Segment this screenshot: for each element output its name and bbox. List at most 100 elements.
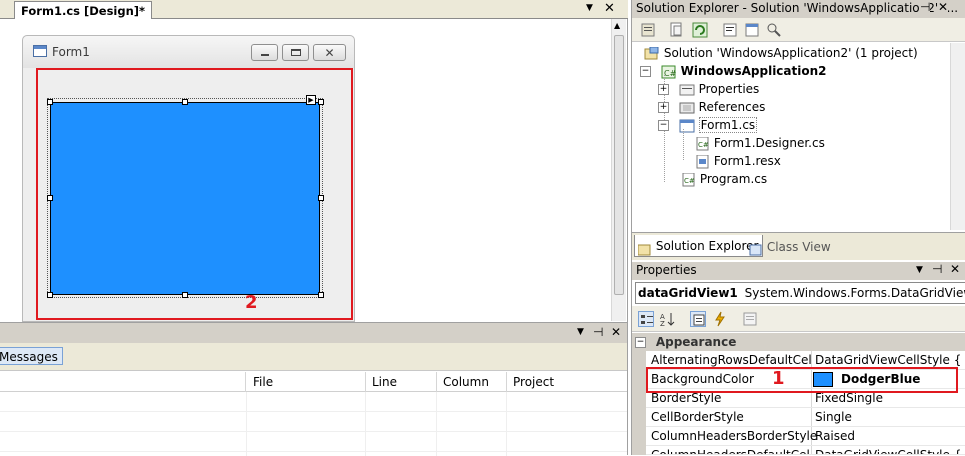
close-icon[interactable]: ✕	[950, 262, 960, 276]
pane-dropdown-icon[interactable]: ▼	[577, 327, 584, 337]
collapse-icon[interactable]: −	[635, 337, 646, 348]
scroll-up-icon[interactable]: ▲	[614, 21, 620, 30]
resx-file-icon	[694, 154, 710, 169]
object-selector[interactable]: dataGridView1 System.Windows.Forms.DataG…	[635, 282, 965, 304]
property-row-column-headers-default-cell-style[interactable]: ColumnHeadersDefaultCellSty DataGridView…	[646, 446, 965, 455]
property-row-column-headers-border-style[interactable]: ColumnHeadersBorderStyle Raised	[646, 427, 965, 446]
close-icon[interactable]: ✕	[611, 325, 621, 339]
class-view-icon	[749, 242, 763, 255]
close-icon[interactable]: ✕	[938, 0, 949, 14]
svg-text:Z: Z	[660, 320, 665, 327]
designer-vertical-scrollbar[interactable]: ▲	[611, 19, 626, 321]
resize-handle-s[interactable]	[182, 292, 188, 298]
expand-icon[interactable]: +	[658, 102, 669, 113]
resize-handle-sw[interactable]	[47, 292, 53, 298]
column-header-project[interactable]: Project	[513, 375, 554, 389]
pin-icon[interactable]: ⊣	[593, 325, 603, 339]
events-icon[interactable]	[712, 311, 728, 327]
tab-dropdown-icon[interactable]: ▼	[586, 3, 593, 13]
view-code-icon[interactable]	[722, 22, 738, 38]
svg-text:C#: C#	[664, 69, 677, 78]
resize-handle-se[interactable]	[318, 292, 324, 298]
close-icon[interactable]: ✕	[604, 1, 615, 16]
property-row-cell-border-style[interactable]: CellBorderStyle Single	[646, 408, 965, 427]
view-designer-icon[interactable]	[744, 22, 760, 38]
column-divider	[506, 372, 507, 392]
cs-file-icon: C#	[680, 172, 696, 187]
resize-handle-w[interactable]	[47, 195, 53, 201]
class-diagram-icon[interactable]	[766, 22, 782, 38]
tree-node-project[interactable]: − C# WindowsApplication2	[640, 62, 827, 80]
annotation-number-2: 2	[245, 292, 258, 313]
solution-icon	[644, 46, 660, 61]
messages-toggle-button[interactable]: Messages	[0, 347, 63, 365]
column-divider	[436, 372, 437, 392]
alphabetical-icon[interactable]: AZ	[660, 311, 676, 328]
collapse-icon[interactable]: −	[640, 66, 651, 77]
close-window-icon: ✕	[324, 46, 335, 60]
property-value: Single	[815, 410, 852, 424]
tree-node-references[interactable]: + References	[658, 98, 765, 116]
resize-handle-ne[interactable]	[318, 99, 324, 105]
resize-handle-e[interactable]	[318, 195, 324, 201]
form-title-bar[interactable]: Form1 ✕	[23, 36, 354, 68]
refresh-icon[interactable]	[692, 22, 708, 38]
close-window-button[interactable]: ✕	[313, 44, 346, 61]
solution-explorer-scrollbar[interactable]	[950, 43, 965, 230]
properties-toolbar-icon[interactable]	[640, 22, 656, 38]
object-type: System.Windows.Forms.DataGridView	[744, 286, 965, 300]
properties-pane: Properties ▼ ⊣ ✕ dataGridView1 System.Wi…	[631, 262, 965, 455]
dropdown-icon[interactable]: ▼	[916, 265, 923, 275]
references-folder-icon	[679, 101, 695, 115]
references-label: References	[698, 100, 766, 114]
grid-line	[365, 392, 366, 456]
pin-icon[interactable]: ⊣	[920, 0, 931, 14]
column-divider	[365, 372, 366, 392]
maximize-button[interactable]	[282, 44, 309, 61]
grid-line	[246, 392, 247, 456]
tree-node-form1-resx[interactable]: Form1.resx	[694, 152, 781, 170]
designer-tab-strip: Form1.cs [Design]* ▼ ✕	[0, 0, 628, 19]
resize-handle-n[interactable]	[182, 99, 188, 105]
column-header-file[interactable]: File	[253, 375, 273, 389]
show-all-files-icon[interactable]	[668, 22, 684, 38]
property-pages-icon[interactable]	[742, 311, 758, 327]
resize-handle-nw[interactable]	[47, 99, 53, 105]
tab-class-view[interactable]: Class View	[749, 237, 831, 257]
tree-node-form1-designer[interactable]: C# Form1.Designer.cs	[694, 134, 825, 152]
designer-pane: Form1.cs [Design]* ▼ ✕ ▲ Form1 ✕ ▶ 2	[0, 0, 628, 322]
category-appearance[interactable]: − Appearance	[632, 333, 965, 351]
smart-tag-icon[interactable]: ▶	[306, 95, 316, 105]
tree-node-program[interactable]: C# Program.cs	[680, 170, 767, 188]
solution-tree: Solution 'WindowsApplication2' (1 projec…	[632, 43, 950, 230]
annotation-number-1: 1	[772, 368, 785, 389]
property-gutter	[632, 333, 646, 455]
column-header-column[interactable]: Column	[443, 375, 489, 389]
error-list-pane: ▼ ⊣ ✕ Messages File Line Column Project	[0, 322, 628, 456]
error-list-column-headers: File Line Column Project	[0, 372, 627, 392]
minimize-button[interactable]	[251, 44, 278, 61]
form-icon	[33, 45, 47, 57]
categorized-icon[interactable]	[638, 311, 654, 327]
tree-node-solution[interactable]: Solution 'WindowsApplication2' (1 projec…	[644, 44, 918, 62]
expand-icon[interactable]: +	[658, 84, 669, 95]
annotation-box-1	[646, 367, 958, 393]
property-value: Raised	[815, 429, 856, 443]
property-value: DataGridViewCellStyle { BackColor	[815, 448, 965, 455]
tab-solution-explorer[interactable]: Solution Explorer	[634, 235, 763, 257]
error-list-toolbar: Messages	[0, 343, 627, 371]
solution-explorer-tabs: Solution Explorer Class View	[632, 232, 965, 260]
collapse-icon[interactable]: −	[658, 120, 669, 131]
column-header-blank[interactable]	[0, 372, 246, 392]
pin-icon[interactable]: ⊣	[932, 262, 942, 276]
solution-explorer-icon	[637, 241, 652, 255]
form1-designer-label: Form1.Designer.cs	[713, 136, 825, 150]
data-grid-view[interactable]	[50, 102, 320, 295]
column-header-line[interactable]: Line	[372, 375, 397, 389]
tab-form1-design[interactable]: Form1.cs [Design]*	[14, 1, 153, 19]
tree-node-form1[interactable]: − Form1.cs	[658, 116, 758, 134]
properties-view-icon[interactable]	[690, 311, 706, 327]
scroll-thumb[interactable]	[614, 35, 624, 295]
solution-explorer-pane: Solution Explorer - Solution 'WindowsApp…	[631, 0, 965, 262]
tree-node-properties[interactable]: + Properties	[658, 80, 759, 98]
